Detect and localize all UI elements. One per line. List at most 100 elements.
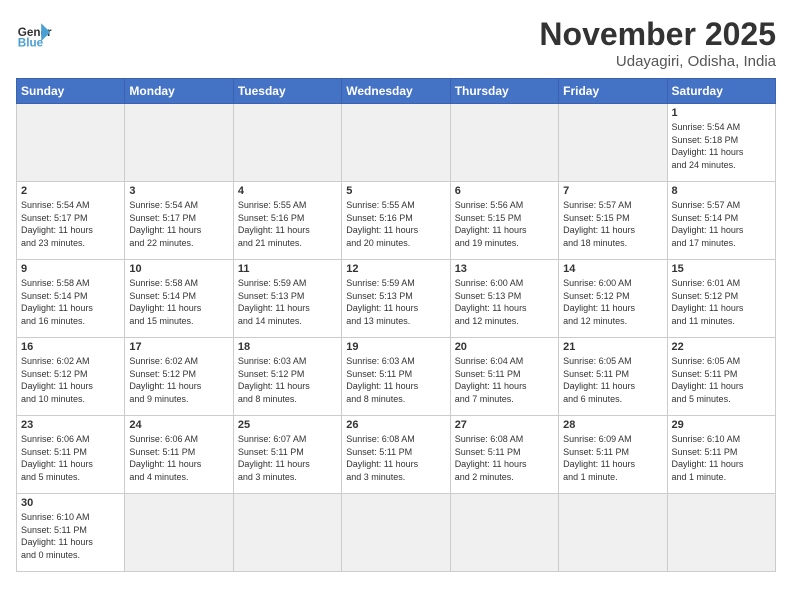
- calendar-cell: 19Sunrise: 6:03 AM Sunset: 5:11 PM Dayli…: [342, 338, 450, 416]
- day-info: Sunrise: 5:55 AM Sunset: 5:16 PM Dayligh…: [238, 199, 337, 249]
- day-number: 1: [672, 107, 771, 119]
- day-number: 18: [238, 341, 337, 353]
- calendar-cell: [233, 494, 341, 572]
- day-info: Sunrise: 5:59 AM Sunset: 5:13 PM Dayligh…: [346, 277, 445, 327]
- day-header-saturday: Saturday: [667, 79, 775, 104]
- day-info: Sunrise: 6:05 AM Sunset: 5:11 PM Dayligh…: [563, 355, 662, 405]
- day-number: 8: [672, 185, 771, 197]
- calendar-cell: 26Sunrise: 6:08 AM Sunset: 5:11 PM Dayli…: [342, 416, 450, 494]
- title-block: November 2025 Udayagiri, Odisha, India: [539, 16, 776, 70]
- calendar-header-row: SundayMondayTuesdayWednesdayThursdayFrid…: [17, 79, 776, 104]
- calendar-cell: 20Sunrise: 6:04 AM Sunset: 5:11 PM Dayli…: [450, 338, 558, 416]
- calendar-cell: 22Sunrise: 6:05 AM Sunset: 5:11 PM Dayli…: [667, 338, 775, 416]
- day-info: Sunrise: 6:03 AM Sunset: 5:11 PM Dayligh…: [346, 355, 445, 405]
- calendar-cell: 23Sunrise: 6:06 AM Sunset: 5:11 PM Dayli…: [17, 416, 125, 494]
- day-info: Sunrise: 5:56 AM Sunset: 5:15 PM Dayligh…: [455, 199, 554, 249]
- calendar-week-1: 2 Sunrise: 5:54 AM Sunset: 5:17 PM Daylig…: [17, 182, 776, 260]
- calendar-cell: 7 Sunrise: 5:57 AM Sunset: 5:15 PM Daylig…: [559, 182, 667, 260]
- day-number: 21: [563, 341, 662, 353]
- day-number: 4: [238, 185, 337, 197]
- day-header-monday: Monday: [125, 79, 233, 104]
- day-number: 30: [21, 497, 120, 509]
- day-number: 12: [346, 263, 445, 275]
- calendar-cell: 13Sunrise: 6:00 AM Sunset: 5:13 PM Dayli…: [450, 260, 558, 338]
- day-info: Sunrise: 6:03 AM Sunset: 5:12 PM Dayligh…: [238, 355, 337, 405]
- calendar-cell: 28 Sunrise: 6:09 AM Sunset: 5:11 PM Dayli…: [559, 416, 667, 494]
- calendar-cell: [125, 104, 233, 182]
- calendar-cell: [125, 494, 233, 572]
- day-info: Sunrise: 6:07 AM Sunset: 5:11 PM Dayligh…: [238, 433, 337, 483]
- day-number: 27: [455, 419, 554, 431]
- day-info: Sunrise: 5:55 AM Sunset: 5:16 PM Dayligh…: [346, 199, 445, 249]
- logo: General Blue: [16, 16, 52, 52]
- day-header-sunday: Sunday: [17, 79, 125, 104]
- calendar-cell: 5 Sunrise: 5:55 AM Sunset: 5:16 PM Daylig…: [342, 182, 450, 260]
- calendar-cell: 18 Sunrise: 6:03 AM Sunset: 5:12 PM Dayli…: [233, 338, 341, 416]
- day-header-tuesday: Tuesday: [233, 79, 341, 104]
- calendar-week-2: 9 Sunrise: 5:58 AM Sunset: 5:14 PM Daylig…: [17, 260, 776, 338]
- calendar-week-0: 1 Sunrise: 5:54 AM Sunset: 5:18 PM Daylig…: [17, 104, 776, 182]
- day-number: 7: [563, 185, 662, 197]
- day-info: Sunrise: 6:06 AM Sunset: 5:11 PM Dayligh…: [129, 433, 228, 483]
- day-info: Sunrise: 6:08 AM Sunset: 5:11 PM Dayligh…: [455, 433, 554, 483]
- day-number: 23: [21, 419, 120, 431]
- calendar-cell: 3 Sunrise: 5:54 AM Sunset: 5:17 PM Daylig…: [125, 182, 233, 260]
- day-info: Sunrise: 5:57 AM Sunset: 5:14 PM Dayligh…: [672, 199, 771, 249]
- day-info: Sunrise: 6:09 AM Sunset: 5:11 PM Dayligh…: [563, 433, 662, 483]
- calendar-cell: 21 Sunrise: 6:05 AM Sunset: 5:11 PM Dayli…: [559, 338, 667, 416]
- calendar-cell: 29Sunrise: 6:10 AM Sunset: 5:11 PM Dayli…: [667, 416, 775, 494]
- month-title: November 2025: [539, 16, 776, 53]
- day-info: Sunrise: 6:00 AM Sunset: 5:12 PM Dayligh…: [563, 277, 662, 327]
- calendar-cell: 11 Sunrise: 5:59 AM Sunset: 5:13 PM Dayli…: [233, 260, 341, 338]
- day-number: 28: [563, 419, 662, 431]
- calendar-cell: 30 Sunrise: 6:10 AM Sunset: 5:11 PM Dayli…: [17, 494, 125, 572]
- calendar-cell: [450, 104, 558, 182]
- day-header-wednesday: Wednesday: [342, 79, 450, 104]
- day-number: 5: [346, 185, 445, 197]
- day-info: Sunrise: 6:04 AM Sunset: 5:11 PM Dayligh…: [455, 355, 554, 405]
- page-header: General Blue November 2025 Udayagiri, Od…: [16, 16, 776, 70]
- calendar-cell: [342, 104, 450, 182]
- day-number: 25: [238, 419, 337, 431]
- calendar-cell: 9 Sunrise: 5:58 AM Sunset: 5:14 PM Daylig…: [17, 260, 125, 338]
- day-number: 15: [672, 263, 771, 275]
- day-number: 14: [563, 263, 662, 275]
- day-header-thursday: Thursday: [450, 79, 558, 104]
- day-info: Sunrise: 5:54 AM Sunset: 5:18 PM Dayligh…: [672, 121, 771, 171]
- calendar-cell: 1 Sunrise: 5:54 AM Sunset: 5:18 PM Daylig…: [667, 104, 775, 182]
- calendar-cell: [233, 104, 341, 182]
- calendar-week-4: 23 Sunrise: 6:06 AM Sunset: 5:11 PM Dayli…: [17, 416, 776, 494]
- day-info: Sunrise: 5:57 AM Sunset: 5:15 PM Dayligh…: [563, 199, 662, 249]
- day-number: 29: [672, 419, 771, 431]
- day-info: Sunrise: 6:10 AM Sunset: 5:11 PM Dayligh…: [21, 511, 120, 561]
- calendar-table: SundayMondayTuesdayWednesdayThursdayFrid…: [16, 78, 776, 572]
- day-info: Sunrise: 5:58 AM Sunset: 5:14 PM Dayligh…: [21, 277, 120, 327]
- calendar-cell: 8 Sunrise: 5:57 AM Sunset: 5:14 PM Daylig…: [667, 182, 775, 260]
- calendar-cell: [667, 494, 775, 572]
- day-number: 13: [455, 263, 554, 275]
- calendar-week-3: 16Sunrise: 6:02 AM Sunset: 5:12 PM Dayli…: [17, 338, 776, 416]
- day-info: Sunrise: 6:01 AM Sunset: 5:12 PM Dayligh…: [672, 277, 771, 327]
- day-number: 3: [129, 185, 228, 197]
- day-info: Sunrise: 5:54 AM Sunset: 5:17 PM Dayligh…: [21, 199, 120, 249]
- calendar-cell: [17, 104, 125, 182]
- day-number: 26: [346, 419, 445, 431]
- calendar-cell: 6 Sunrise: 5:56 AM Sunset: 5:15 PM Daylig…: [450, 182, 558, 260]
- calendar-cell: 15 Sunrise: 6:01 AM Sunset: 5:12 PM Dayli…: [667, 260, 775, 338]
- day-info: Sunrise: 5:59 AM Sunset: 5:13 PM Dayligh…: [238, 277, 337, 327]
- calendar-cell: 4 Sunrise: 5:55 AM Sunset: 5:16 PM Daylig…: [233, 182, 341, 260]
- day-number: 6: [455, 185, 554, 197]
- day-number: 22: [672, 341, 771, 353]
- calendar-cell: 10Sunrise: 5:58 AM Sunset: 5:14 PM Dayli…: [125, 260, 233, 338]
- calendar-cell: 17Sunrise: 6:02 AM Sunset: 5:12 PM Dayli…: [125, 338, 233, 416]
- day-info: Sunrise: 5:58 AM Sunset: 5:14 PM Dayligh…: [129, 277, 228, 327]
- day-number: 11: [238, 263, 337, 275]
- calendar-cell: 27 Sunrise: 6:08 AM Sunset: 5:11 PM Dayli…: [450, 416, 558, 494]
- calendar-cell: 16Sunrise: 6:02 AM Sunset: 5:12 PM Dayli…: [17, 338, 125, 416]
- day-number: 2: [21, 185, 120, 197]
- day-number: 9: [21, 263, 120, 275]
- day-info: Sunrise: 6:02 AM Sunset: 5:12 PM Dayligh…: [21, 355, 120, 405]
- calendar-cell: 14 Sunrise: 6:00 AM Sunset: 5:12 PM Dayli…: [559, 260, 667, 338]
- day-info: Sunrise: 5:54 AM Sunset: 5:17 PM Dayligh…: [129, 199, 228, 249]
- calendar-cell: 2 Sunrise: 5:54 AM Sunset: 5:17 PM Daylig…: [17, 182, 125, 260]
